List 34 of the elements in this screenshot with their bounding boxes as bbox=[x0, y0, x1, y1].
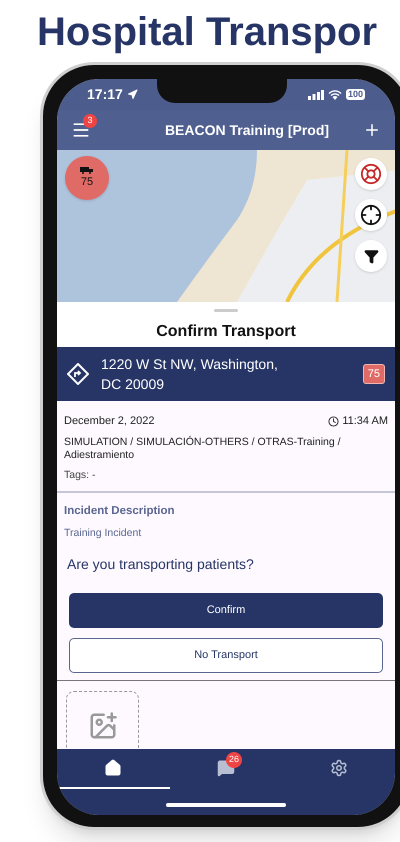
directions-icon bbox=[67, 363, 89, 385]
location-arrow-icon bbox=[126, 89, 138, 100]
battery-level: 100 bbox=[346, 89, 365, 100]
incident-description: Training Incident bbox=[64, 526, 142, 542]
menu-badge: 3 bbox=[83, 114, 97, 128]
incident-category: SIMULATION / SIMULACIÓN-OTHERS / OTRAS-Training / Adiestramiento bbox=[64, 436, 342, 462]
wifi-icon bbox=[328, 90, 342, 100]
headline: Hospital Transpor bbox=[37, 10, 378, 54]
home-icon bbox=[104, 759, 122, 777]
sheet-title: Confirm Transport bbox=[156, 322, 296, 342]
filter-icon bbox=[364, 248, 378, 264]
sheet-handle[interactable] bbox=[214, 309, 238, 312]
plus-icon bbox=[363, 121, 381, 139]
confirm-button[interactable]: Confirm bbox=[69, 593, 383, 628]
lifebuoy-icon bbox=[360, 163, 382, 185]
no-transport-button[interactable]: No Transport bbox=[69, 638, 383, 673]
signal-icon bbox=[308, 90, 324, 100]
incident-time: 11:34 AM bbox=[342, 414, 388, 429]
add-photo-icon bbox=[88, 711, 118, 741]
add-button[interactable] bbox=[363, 121, 381, 139]
incident-date: December 2, 2022 bbox=[64, 414, 154, 429]
crosshair-icon bbox=[360, 204, 382, 226]
transport-question: Are you transporting patients? bbox=[67, 555, 255, 574]
status-time: 17:17 bbox=[87, 85, 123, 104]
message-badge: 26 bbox=[226, 752, 242, 768]
settings-icon bbox=[330, 759, 348, 777]
incident-tags: Tags: - bbox=[64, 468, 388, 484]
incident-description-label: Incident Description bbox=[64, 504, 176, 519]
clock-icon bbox=[328, 416, 340, 427]
unit-count: 75 bbox=[80, 174, 94, 190]
address-text: 1220 W St NW, Washington, DC 20009 bbox=[101, 355, 279, 394]
unit-tag: 75 bbox=[362, 364, 385, 384]
ambulance-icon bbox=[80, 166, 94, 174]
header-title: BEACON Training [Prod] bbox=[164, 120, 330, 140]
